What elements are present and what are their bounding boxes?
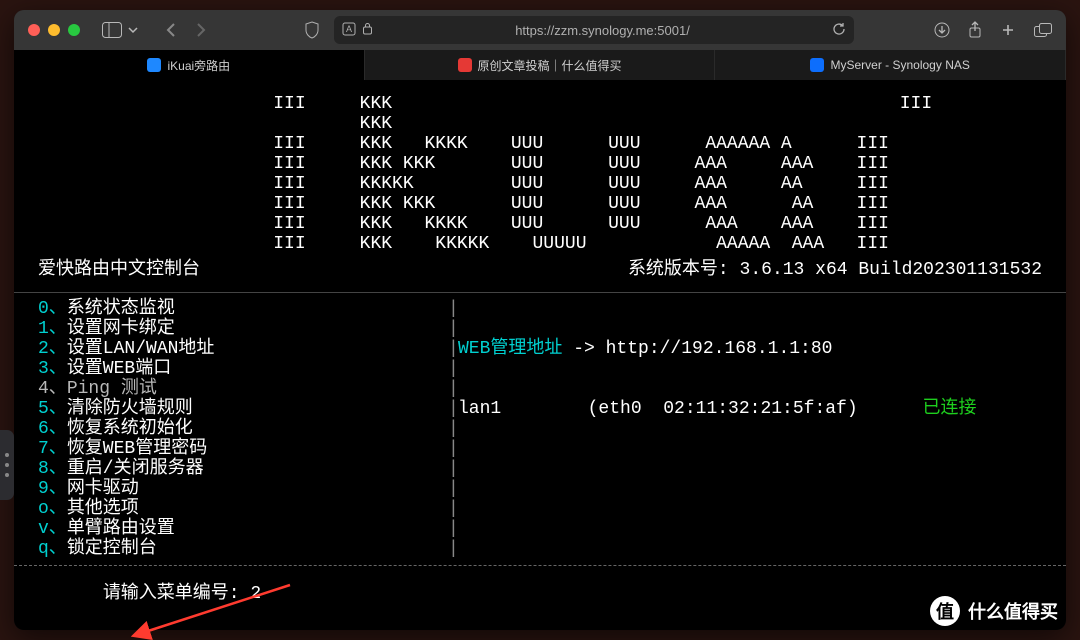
maximize-window-button[interactable] [68,24,80,36]
favicon-icon [147,58,161,72]
menu-item-8[interactable]: 8、重启/关闭服务器 [38,459,448,479]
tab-label: iKuai旁路由 [167,57,230,74]
lan-info: lan1 (eth0 02:11:32:21:5f:af) [458,399,858,419]
chevron-down-icon[interactable] [128,25,138,35]
lock-icon [362,22,373,38]
menu-item-q[interactable]: q、锁定控制台 [38,539,448,559]
menu-item-3[interactable]: 3、设置WEB端口 [38,359,448,379]
shield-icon[interactable] [304,21,320,39]
menu-item-4[interactable]: 4、Ping 测试 [38,379,448,399]
forward-button[interactable] [194,22,208,38]
menu-item-o[interactable]: o、其他选项 [38,499,448,519]
favicon-icon [458,58,472,72]
favicon-icon [810,58,824,72]
menu-item-5[interactable]: 5、清除防火墙规则 [38,399,448,419]
menu-item-9[interactable]: 9、网卡驱动 [38,479,448,499]
watermark: 值 什么值得买 [930,594,1058,628]
menu-item-1[interactable]: 1、设置网卡绑定 [38,319,448,339]
watermark-icon: 值 [930,596,960,626]
downloads-icon[interactable] [934,22,950,38]
menu-item-7[interactable]: 7、恢复WEB管理密码 [38,439,448,459]
share-icon[interactable] [968,21,982,39]
browser-window: A https://zzm.synology.me:5001/ [14,10,1066,630]
side-handle[interactable] [0,430,14,500]
window-controls [28,24,80,36]
tab-strip: iKuai旁路由 原创文章投稿｜什么值得买 MyServer - Synolog… [14,50,1066,80]
web-address-value: http://192.168.1.1:80 [606,339,833,359]
divider [14,292,1066,293]
back-button[interactable] [164,22,178,38]
svg-text:A: A [346,24,352,34]
input-prompt[interactable]: 请输入菜单编号: 2 [38,564,261,624]
site-settings-icon[interactable]: A [342,22,356,39]
vertical-divider: | | | | | | | | | | | | | [448,299,458,559]
system-version: 系统版本号: 3.6.13 x64 Build202301131532 [628,260,1042,280]
menu-list: 0、系统状态监视1、设置网卡绑定2、设置LAN/WAN地址3、设置WEB端口4、… [38,299,448,559]
menu-item-v[interactable]: v、单臂路由设置 [38,519,448,539]
url-text: https://zzm.synology.me:5001/ [379,23,826,38]
menu-item-6[interactable]: 6、恢复系统初始化 [38,419,448,439]
menu-item-0[interactable]: 0、系统状态监视 [38,299,448,319]
prompt-value: 2 [250,584,261,604]
url-bar[interactable]: A https://zzm.synology.me:5001/ [334,16,854,44]
reload-icon[interactable] [832,22,846,39]
console-title: 爱快路由中文控制台 [38,260,200,280]
web-address-label: WEB管理地址 [458,339,562,359]
ascii-logo: III KKK III KKK III KKK KKKK UUU UUU AAA… [14,80,1066,254]
console-header: 爱快路由中文控制台 系统版本号: 3.6.13 x64 Build2023011… [14,254,1066,288]
new-tab-icon[interactable] [1000,22,1016,38]
sidebar-toggle-icon[interactable] [102,22,122,38]
tab-ikuai[interactable]: iKuai旁路由 [14,50,365,80]
prompt-label: 请输入菜单编号: [103,584,251,604]
close-window-button[interactable] [28,24,40,36]
titlebar: A https://zzm.synology.me:5001/ [14,10,1066,50]
tab-label: MyServer - Synology NAS [830,58,969,72]
terminal-console[interactable]: III KKK III KKK III KKK KKKK UUU UUU AAA… [14,80,1066,630]
minimize-window-button[interactable] [48,24,60,36]
menu-item-2[interactable]: 2、设置LAN/WAN地址 [38,339,448,359]
watermark-text: 什么值得买 [968,598,1058,624]
tab-synology[interactable]: MyServer - Synology NAS [715,50,1066,80]
info-panel: WEB管理地址 -> http://192.168.1.1:80 lan1 (e… [458,299,1042,559]
connected-status: 已连接 [922,399,976,419]
tabs-overview-icon[interactable] [1034,23,1052,37]
tab-label: 原创文章投稿｜什么值得买 [478,57,622,74]
tab-smzdm[interactable]: 原创文章投稿｜什么值得买 [365,50,716,80]
